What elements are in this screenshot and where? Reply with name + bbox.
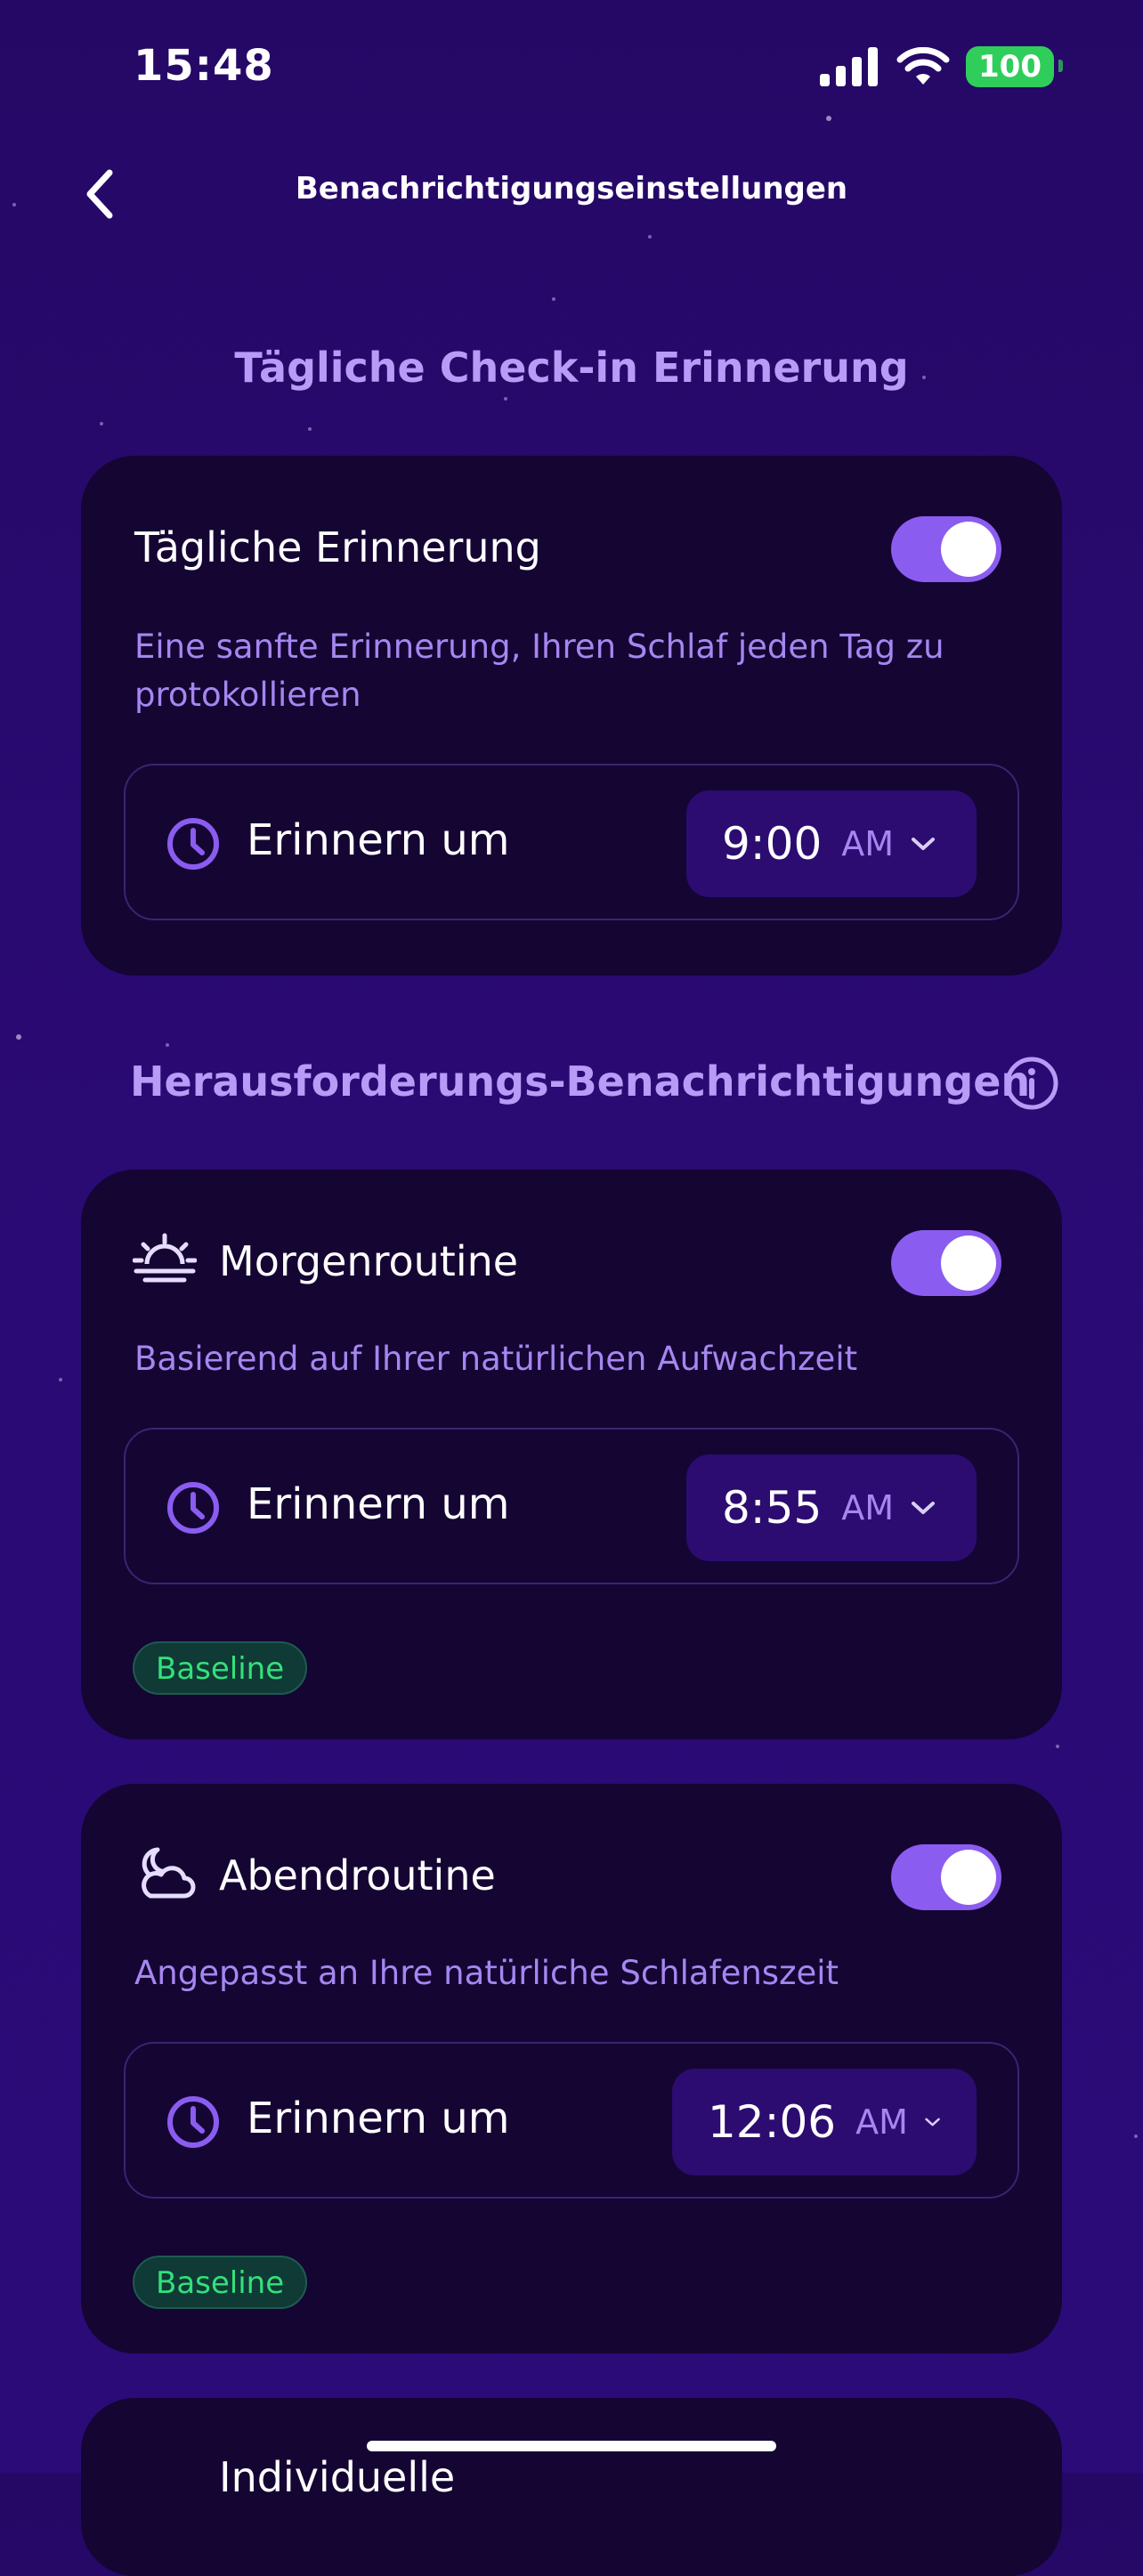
star-decoration <box>648 235 652 239</box>
signal-icon <box>820 47 879 86</box>
moon-cloud-icon <box>142 1847 196 1899</box>
time-value: 12:06 <box>708 2096 837 2148</box>
daily-reminder-toggle[interactable] <box>891 516 1001 582</box>
card-description: Eine sanfte Erinnerung, Ihren Schlaf jed… <box>134 628 944 714</box>
toggle-knob <box>941 1850 996 1905</box>
card-description: Basierend auf Ihrer natürlichen Aufwachz… <box>134 1340 858 1378</box>
star-decoration <box>504 397 507 401</box>
star-decoration <box>166 1043 169 1047</box>
time-value: 9:00 <box>722 818 823 870</box>
star-decoration <box>826 116 831 121</box>
section-title-challenge: Herausforderungs-Benachrichtigungen <box>130 1057 1031 1106</box>
remind-label: Erinnern um <box>247 1479 510 1529</box>
time-value: 8:55 <box>722 1482 823 1534</box>
morning-routine-card: Morgenroutine Basierend auf Ihrer natürl… <box>81 1170 1062 1739</box>
morning-routine-toggle[interactable] <box>891 1230 1001 1296</box>
section-title-daily: Tägliche Check-in Erinnerung <box>234 344 909 392</box>
page-title: Benachrichtigungseinstellungen <box>295 171 848 207</box>
chevron-down-icon <box>925 2118 940 2126</box>
star-decoration <box>308 427 312 431</box>
evening-routine-toggle[interactable] <box>891 1844 1001 1910</box>
card-title: Individuelle <box>219 2453 456 2501</box>
reminder-time-row: Erinnern um 9:00 AM <box>124 764 1019 920</box>
card-title: Morgenroutine <box>219 1237 519 1285</box>
baseline-badge: Baseline <box>133 2256 308 2309</box>
ampm-value: AM <box>855 2102 908 2142</box>
home-indicator <box>367 2441 776 2451</box>
individual-card: Individuelle <box>81 2398 1062 2576</box>
time-picker[interactable]: 9:00 AM <box>686 790 977 897</box>
status-time: 15:48 <box>134 41 274 91</box>
clock-icon <box>167 2096 219 2148</box>
clock-icon <box>167 1482 219 1534</box>
reminder-time-row: Erinnern um 8:55 AM <box>124 1428 1019 1584</box>
ampm-value: AM <box>841 1488 895 1527</box>
remind-label: Erinnern um <box>247 2094 510 2143</box>
card-title: Tägliche Erinnerung <box>134 523 541 571</box>
ampm-value: AM <box>841 824 895 863</box>
daily-reminder-card: Tägliche Erinnerung Eine sanfte Erinneru… <box>81 456 1062 976</box>
baseline-badge: Baseline <box>133 1641 308 1695</box>
star-decoration <box>16 1034 21 1040</box>
evening-routine-card: Abendroutine Angepasst an Ihre natürlich… <box>81 1784 1062 2353</box>
star-decoration <box>100 422 103 425</box>
reminder-time-row: Erinnern um 12:06 AM <box>124 2042 1019 2199</box>
card-title: Abendroutine <box>219 1851 496 1900</box>
star-decoration <box>59 1378 62 1381</box>
star-decoration <box>1134 2135 1138 2138</box>
star-decoration <box>1056 1745 1059 1748</box>
chevron-down-icon <box>912 838 936 850</box>
sunrise-icon <box>133 1233 197 1283</box>
time-picker[interactable]: 8:55 AM <box>686 1454 977 1561</box>
remind-label: Erinnern um <box>247 815 510 865</box>
time-picker[interactable]: 12:06 AM <box>672 2069 977 2175</box>
status-icons: 100 <box>820 46 1063 87</box>
battery-indicator: 100 <box>966 46 1063 87</box>
toggle-knob <box>941 522 996 577</box>
star-decoration <box>552 297 555 301</box>
toggle-knob <box>941 1235 996 1291</box>
card-description: Angepasst an Ihre natürliche Schlafensze… <box>134 1954 839 1992</box>
info-icon[interactable] <box>1004 1056 1059 1111</box>
chevron-down-icon <box>912 1502 936 1514</box>
wifi-icon <box>896 47 950 85</box>
clock-icon <box>167 818 219 870</box>
